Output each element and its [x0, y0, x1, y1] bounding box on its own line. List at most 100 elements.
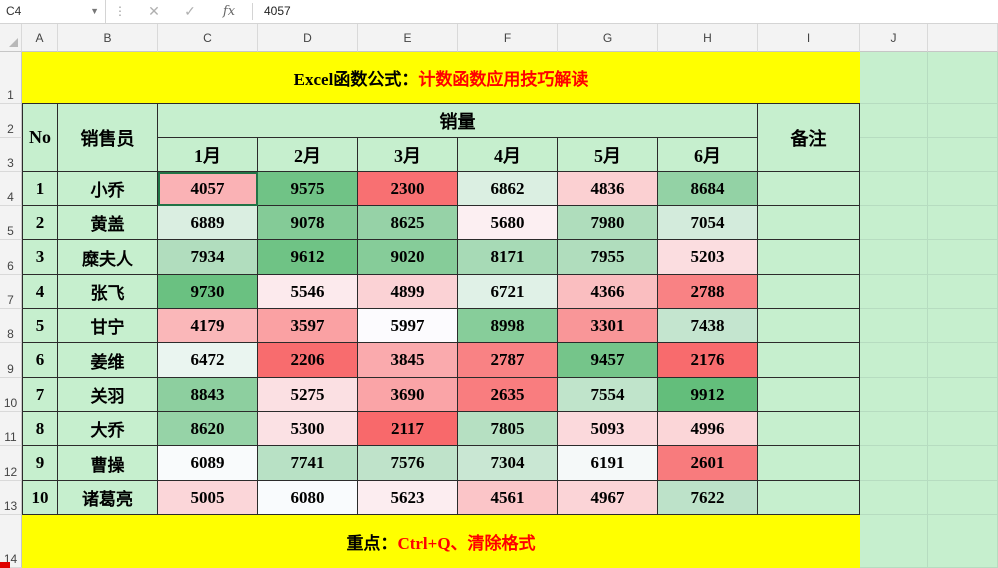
row-header-14[interactable]: 14	[0, 515, 22, 568]
sales-value[interactable]: 2787	[458, 343, 558, 378]
row-number[interactable]: 6	[22, 343, 58, 378]
seller-name[interactable]: 关羽	[58, 378, 158, 412]
sheet-cell[interactable]	[928, 206, 998, 240]
note-cell[interactable]	[758, 343, 860, 378]
row-number[interactable]: 1	[22, 172, 58, 206]
header-no[interactable]: No	[22, 104, 58, 172]
row-header-10[interactable]: 10	[0, 378, 22, 412]
row-number[interactable]: 8	[22, 412, 58, 446]
sales-value[interactable]: 8843	[158, 378, 258, 412]
note-cell[interactable]	[758, 378, 860, 412]
sheet-cell[interactable]	[860, 343, 928, 378]
sheet-cell[interactable]	[860, 104, 928, 138]
sales-value[interactable]: 2206	[258, 343, 358, 378]
sales-value[interactable]: 7955	[558, 240, 658, 275]
sales-value[interactable]: 3597	[258, 309, 358, 343]
sheet-cell[interactable]	[928, 104, 998, 138]
column-header-e[interactable]: E	[358, 24, 458, 52]
confirm-icon[interactable]: ✓	[180, 0, 200, 23]
sales-value[interactable]: 9078	[258, 206, 358, 240]
seller-name[interactable]: 曹操	[58, 446, 158, 481]
more-options-icon[interactable]: ⋮	[114, 4, 126, 18]
seller-name[interactable]: 甘宁	[58, 309, 158, 343]
note-cell[interactable]	[758, 240, 860, 275]
row-header-4[interactable]: 4	[0, 172, 22, 206]
sheet-cell[interactable]	[860, 138, 928, 172]
sales-value[interactable]: 2300	[358, 172, 458, 206]
sheet-cell[interactable]	[928, 309, 998, 343]
column-header-d[interactable]: D	[258, 24, 358, 52]
header-month[interactable]: 3月	[358, 138, 458, 172]
seller-name[interactable]: 张飞	[58, 275, 158, 309]
sales-value[interactable]: 4967	[558, 481, 658, 515]
seller-name[interactable]: 大乔	[58, 412, 158, 446]
sales-value[interactable]: 4899	[358, 275, 458, 309]
sales-value[interactable]: 6721	[458, 275, 558, 309]
name-box[interactable]: C4 ▼	[0, 0, 106, 23]
seller-name[interactable]: 诸葛亮	[58, 481, 158, 515]
sheet-cell[interactable]	[860, 446, 928, 481]
sheet-cell[interactable]	[860, 172, 928, 206]
row-header-5[interactable]: 5	[0, 206, 22, 240]
row-header-2[interactable]: 2	[0, 104, 22, 138]
sales-value[interactable]: 4996	[658, 412, 758, 446]
header-sales[interactable]: 销量	[158, 104, 758, 138]
sheet-cell[interactable]	[928, 378, 998, 412]
note-cell[interactable]	[758, 172, 860, 206]
row-header-11[interactable]: 11	[0, 412, 22, 446]
sheet-cell[interactable]	[928, 446, 998, 481]
sheet-cell[interactable]	[928, 52, 998, 104]
header-month[interactable]: 2月	[258, 138, 358, 172]
row-number[interactable]: 2	[22, 206, 58, 240]
column-header-a[interactable]: A	[22, 24, 58, 52]
sales-value[interactable]: 7576	[358, 446, 458, 481]
sales-value[interactable]: 2176	[658, 343, 758, 378]
sales-value[interactable]: 7554	[558, 378, 658, 412]
sales-value[interactable]: 4836	[558, 172, 658, 206]
sales-value[interactable]: 7934	[158, 240, 258, 275]
row-header-12[interactable]: 12	[0, 446, 22, 481]
header-month[interactable]: 1月	[158, 138, 258, 172]
sales-value[interactable]: 7622	[658, 481, 758, 515]
sales-value[interactable]: 5300	[258, 412, 358, 446]
sheet-cell[interactable]	[928, 481, 998, 515]
row-number[interactable]: 4	[22, 275, 58, 309]
sales-value[interactable]: 9457	[558, 343, 658, 378]
sales-value[interactable]: 6889	[158, 206, 258, 240]
sales-value[interactable]: 8620	[158, 412, 258, 446]
sales-value[interactable]: 5005	[158, 481, 258, 515]
note-cell[interactable]	[758, 206, 860, 240]
row-header-9[interactable]: 9	[0, 343, 22, 378]
column-header-j[interactable]: J	[860, 24, 928, 52]
note-cell[interactable]	[758, 481, 860, 515]
sheet-cell[interactable]	[860, 309, 928, 343]
row-header-1[interactable]: 1	[0, 52, 22, 104]
sheet-cell[interactable]	[860, 412, 928, 446]
row-number[interactable]: 3	[22, 240, 58, 275]
column-header-f[interactable]: F	[458, 24, 558, 52]
column-header-b[interactable]: B	[58, 24, 158, 52]
sales-value[interactable]: 5623	[358, 481, 458, 515]
sheet-cell[interactable]	[860, 275, 928, 309]
sales-value[interactable]: 5680	[458, 206, 558, 240]
sales-value[interactable]: 5275	[258, 378, 358, 412]
sheet-cell[interactable]	[928, 515, 998, 568]
sheet-cell[interactable]	[860, 206, 928, 240]
sales-value[interactable]: 5093	[558, 412, 658, 446]
sales-value[interactable]: 6089	[158, 446, 258, 481]
sales-value[interactable]: 4366	[558, 275, 658, 309]
sales-value[interactable]: 7054	[658, 206, 758, 240]
sales-value[interactable]: 7304	[458, 446, 558, 481]
row-header-3[interactable]: 3	[0, 138, 22, 172]
sales-value[interactable]: 6472	[158, 343, 258, 378]
row-header-8[interactable]: 8	[0, 309, 22, 343]
header-seller[interactable]: 销售员	[58, 104, 158, 172]
formula-input[interactable]: 4057	[264, 0, 291, 23]
sales-value[interactable]: 5997	[358, 309, 458, 343]
insert-function-icon[interactable]: fx	[219, 0, 239, 23]
row-header-7[interactable]: 7	[0, 275, 22, 309]
note-cell[interactable]	[758, 446, 860, 481]
title-banner[interactable]: Excel函数公式： 计数函数应用技巧解读	[22, 52, 860, 104]
cancel-icon[interactable]: ✕	[144, 0, 164, 23]
header-month[interactable]: 5月	[558, 138, 658, 172]
